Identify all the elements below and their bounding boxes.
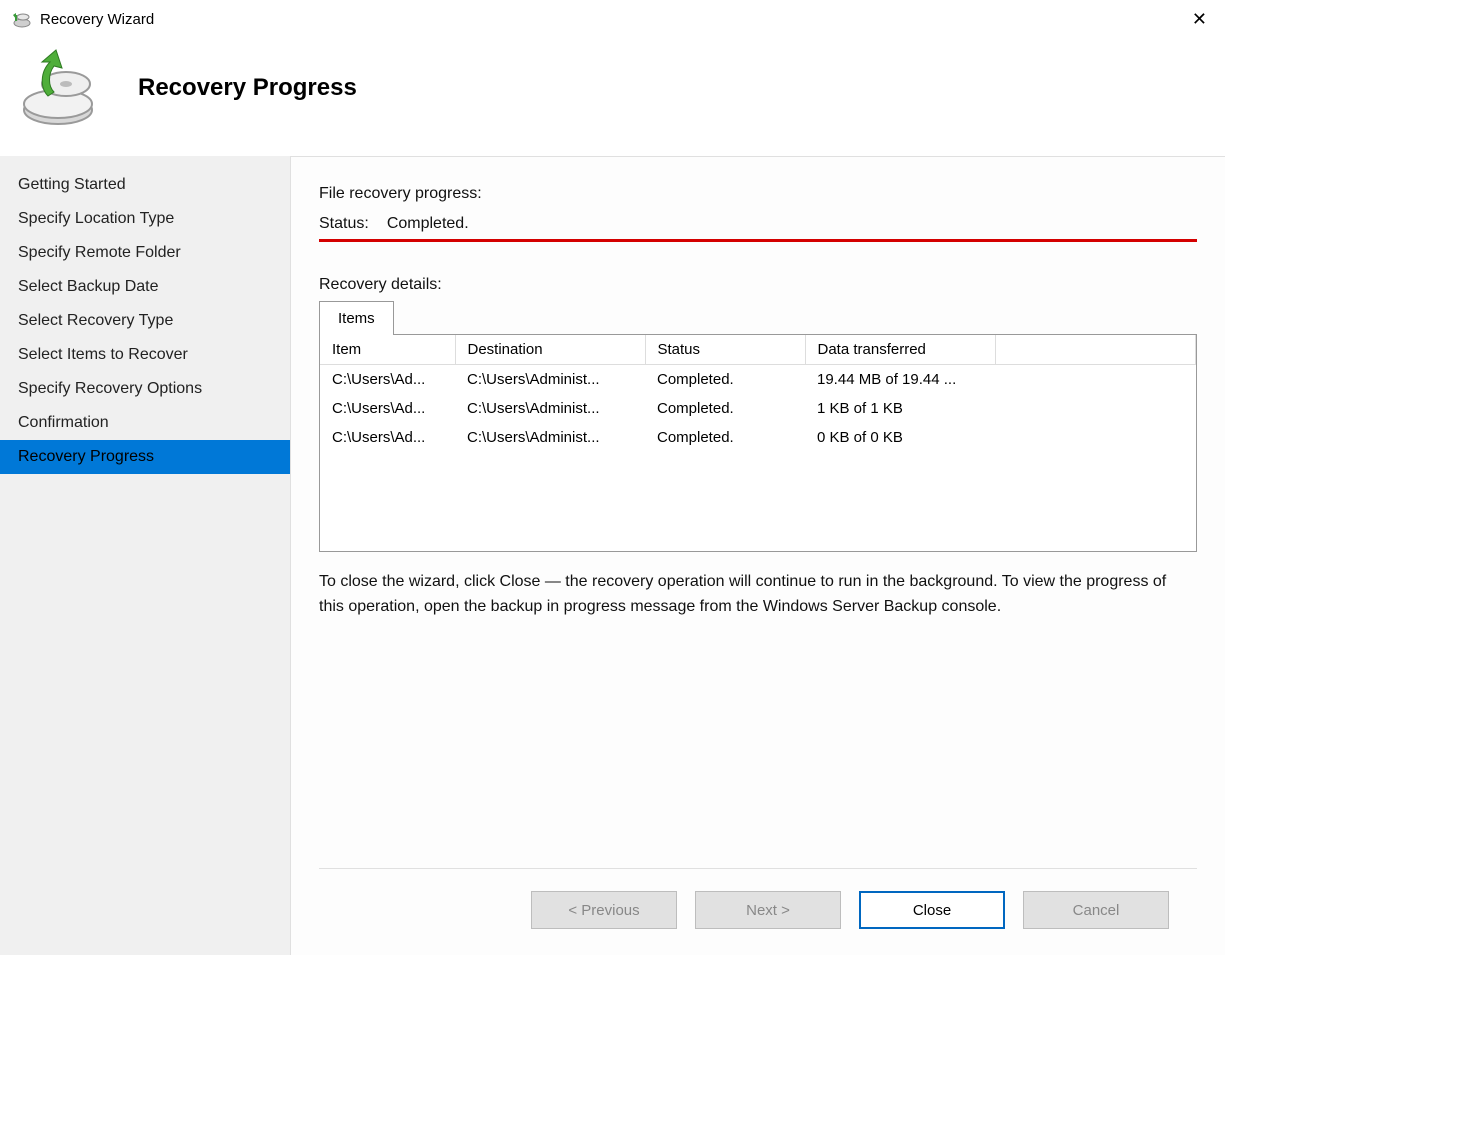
cell-item: C:\Users\Ad... — [320, 394, 455, 423]
page-title: Recovery Progress — [138, 74, 357, 102]
tab-items[interactable]: Items — [319, 301, 394, 335]
close-wizard-helper-text: To close the wizard, click Close — the r… — [319, 570, 1179, 620]
col-destination[interactable]: Destination — [455, 335, 645, 365]
file-recovery-progress-label: File recovery progress: — [319, 185, 1197, 203]
cell-dest: C:\Users\Administ... — [455, 365, 645, 395]
cell-data: 0 KB of 0 KB — [805, 423, 995, 452]
col-status[interactable]: Status — [645, 335, 805, 365]
table-row[interactable]: C:\Users\Ad... C:\Users\Administ... Comp… — [320, 394, 1196, 423]
step-specify-remote-folder: Specify Remote Folder — [0, 236, 290, 270]
col-spacer — [995, 335, 1196, 365]
step-select-items-to-recover: Select Items to Recover — [0, 338, 290, 372]
recovery-wizard-window: Recovery Wizard ✕ Recovery Progress Gett… — [0, 0, 1225, 955]
titlebar: Recovery Wizard ✕ — [0, 0, 1225, 38]
header-banner: Recovery Progress — [0, 38, 1225, 156]
cell-dest: C:\Users\Administ... — [455, 394, 645, 423]
cell-data: 19.44 MB of 19.44 ... — [805, 365, 995, 395]
cell-item: C:\Users\Ad... — [320, 365, 455, 395]
cell-item: C:\Users\Ad... — [320, 423, 455, 452]
cell-status: Completed. — [645, 365, 805, 395]
step-specify-recovery-options: Specify Recovery Options — [0, 372, 290, 406]
close-icon[interactable]: ✕ — [1184, 6, 1215, 32]
main-content: File recovery progress: Status: Completed… — [290, 156, 1225, 955]
recovery-banner-icon — [18, 48, 98, 128]
previous-button: < Previous — [531, 891, 677, 929]
cell-status: Completed. — [645, 423, 805, 452]
step-select-recovery-type: Select Recovery Type — [0, 304, 290, 338]
cell-status: Completed. — [645, 394, 805, 423]
wizard-buttons: < Previous Next > Close Cancel — [319, 868, 1197, 955]
step-recovery-progress: Recovery Progress — [0, 440, 290, 474]
col-item[interactable]: Item — [320, 335, 455, 365]
recovery-details-label: Recovery details: — [319, 276, 1197, 294]
status-label: Status: — [319, 215, 369, 232]
close-button[interactable]: Close — [859, 891, 1005, 929]
table-row[interactable]: C:\Users\Ad... C:\Users\Administ... Comp… — [320, 423, 1196, 452]
cell-dest: C:\Users\Administ... — [455, 423, 645, 452]
step-confirmation: Confirmation — [0, 406, 290, 440]
next-button: Next > — [695, 891, 841, 929]
status-line: Status: Completed. — [319, 215, 1197, 242]
wizard-steps-sidebar: Getting Started Specify Location Type Sp… — [0, 156, 290, 955]
step-specify-location-type: Specify Location Type — [0, 202, 290, 236]
cell-data: 1 KB of 1 KB — [805, 394, 995, 423]
col-data-transferred[interactable]: Data transferred — [805, 335, 995, 365]
cancel-button: Cancel — [1023, 891, 1169, 929]
status-value: Completed. — [387, 215, 469, 232]
table-row[interactable]: C:\Users\Ad... C:\Users\Administ... Comp… — [320, 365, 1196, 395]
recovery-details-grid: Item Destination Status Data transferred… — [319, 334, 1197, 552]
step-getting-started: Getting Started — [0, 168, 290, 202]
wizard-disc-icon — [12, 9, 32, 29]
window-title: Recovery Wizard — [40, 11, 154, 28]
step-select-backup-date: Select Backup Date — [0, 270, 290, 304]
